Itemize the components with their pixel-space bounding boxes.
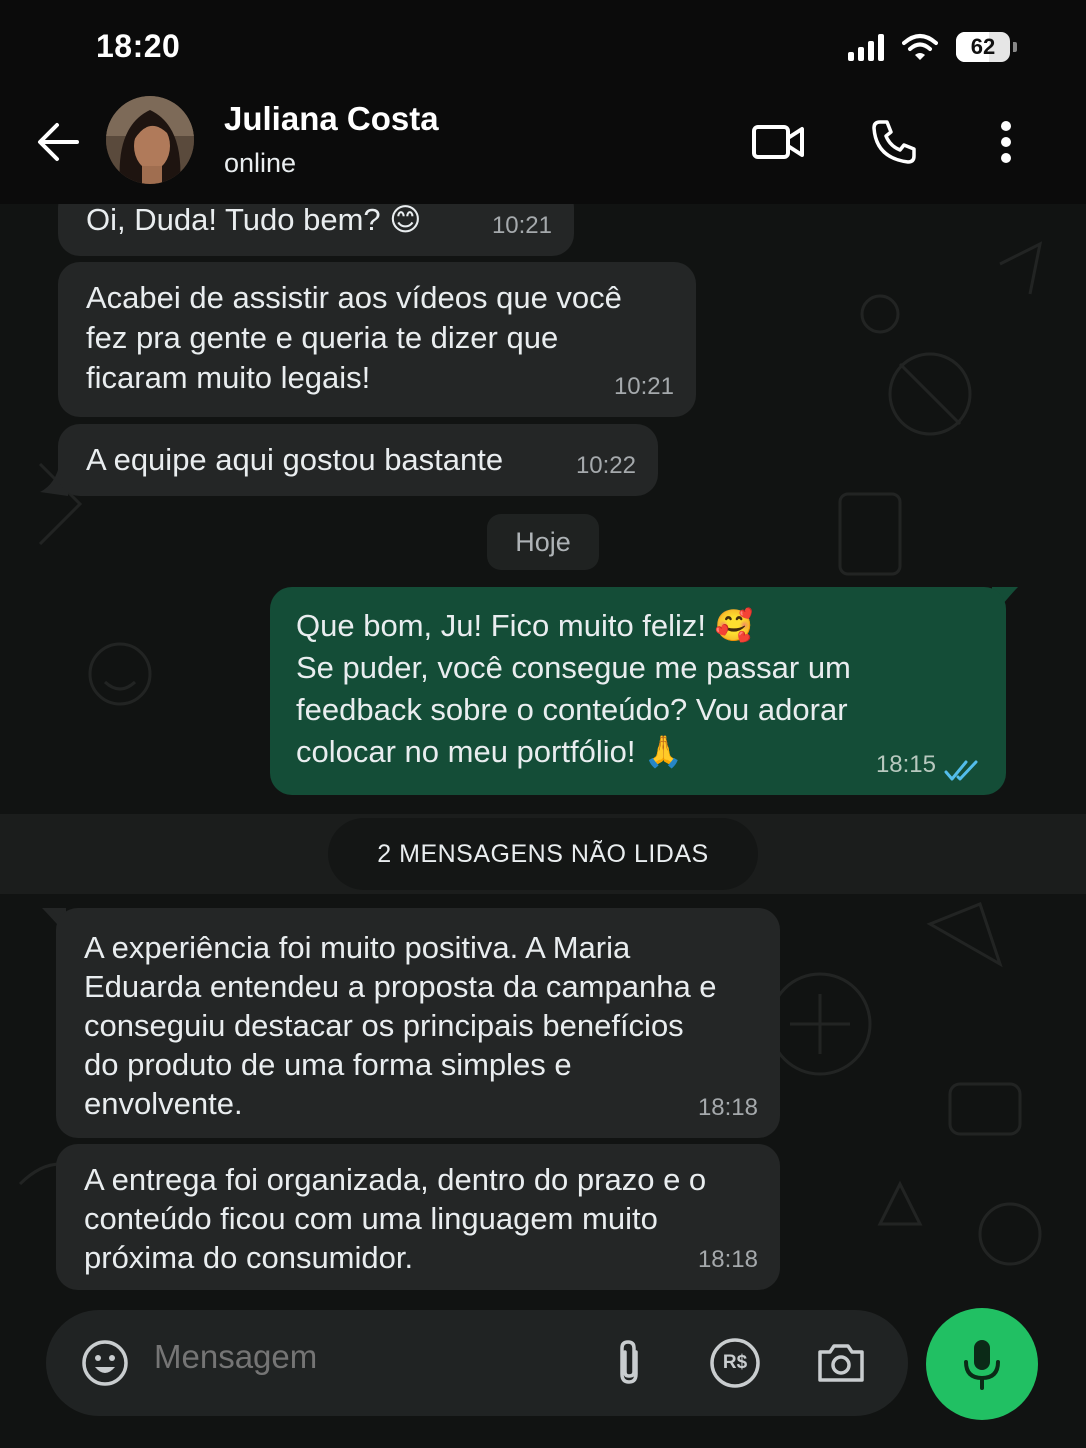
message-time: 10:22 bbox=[575, 452, 636, 479]
message-text: Se puder, você consegue me passar um bbox=[296, 650, 851, 685]
chat-header: Juliana Costa online bbox=[0, 92, 1086, 204]
status-icons: 62 bbox=[848, 28, 1017, 66]
chat-area[interactable]: Oi, Duda! Tudo bem? 😊 10:21 Acabei de as… bbox=[0, 204, 1086, 1448]
emoji-icon bbox=[82, 1340, 128, 1386]
date-separator: Hoje bbox=[487, 514, 599, 570]
contact-name[interactable]: Juliana Costa bbox=[224, 100, 439, 138]
attach-button[interactable] bbox=[602, 1336, 656, 1390]
message-bubble-outgoing[interactable]: Que bom, Ju! Fico muito feliz! 🥰 Se pude… bbox=[270, 587, 1006, 795]
message-text: conseguiu destacar os principais benefíc… bbox=[84, 1008, 684, 1043]
back-arrow-icon bbox=[38, 123, 79, 161]
message-time: 18:18 bbox=[697, 1094, 758, 1121]
message-text: colocar no meu portfólio! 🙏 bbox=[296, 734, 683, 769]
message-text: A experiência foi muito positiva. A Mari… bbox=[84, 930, 631, 965]
message-text: fez pra gente e queria te dizer que bbox=[86, 320, 559, 355]
avatar[interactable] bbox=[106, 96, 194, 184]
more-vertical-icon bbox=[1001, 121, 1011, 163]
message-text: Acabei de assistir aos vídeos que você bbox=[86, 280, 622, 315]
message-time: 18:15 bbox=[875, 751, 936, 778]
status-bar: 18:20 62 bbox=[0, 0, 1086, 92]
message-bubble-incoming[interactable]: A entrega foi organizada, dentro do praz… bbox=[56, 1144, 780, 1290]
message-time: 10:21 bbox=[613, 373, 674, 400]
battery-level: 62 bbox=[970, 34, 996, 59]
message-text: A entrega foi organizada, dentro do praz… bbox=[84, 1162, 707, 1197]
more-options-button[interactable] bbox=[976, 112, 1036, 172]
back-button[interactable] bbox=[30, 114, 86, 170]
message-text: próxima do consumidor. bbox=[84, 1240, 414, 1275]
wifi-icon bbox=[902, 34, 938, 60]
message-bubble-incoming[interactable]: A equipe aqui gostou bastante 10:22 bbox=[58, 424, 658, 496]
voice-message-button[interactable] bbox=[926, 1308, 1038, 1420]
message-text: A equipe aqui gostou bastante bbox=[86, 442, 504, 477]
payment-label: R$ bbox=[722, 1352, 748, 1373]
message-text: envolvente. bbox=[84, 1086, 243, 1121]
contact-status: online bbox=[224, 148, 297, 178]
message-bubble-incoming[interactable]: Oi, Duda! Tudo bem? 😊 10:21 bbox=[58, 204, 574, 256]
voice-call-button[interactable] bbox=[864, 112, 924, 172]
video-call-icon bbox=[752, 125, 804, 159]
message-text: Eduarda entendeu a proposta da campanha … bbox=[84, 969, 717, 1004]
message-text: feedback sobre o conteúdo? Vou adorar bbox=[296, 692, 848, 727]
message-composer: R$ bbox=[46, 1310, 908, 1416]
status-time: 18:20 bbox=[96, 28, 181, 64]
camera-icon bbox=[818, 1344, 864, 1382]
message-bubble-incoming[interactable]: Acabei de assistir aos vídeos que você f… bbox=[58, 262, 696, 417]
mic-icon bbox=[964, 1340, 1000, 1390]
message-bubble-incoming[interactable]: A experiência foi muito positiva. A Mari… bbox=[56, 908, 780, 1138]
camera-button[interactable] bbox=[814, 1336, 868, 1390]
message-time: 18:18 bbox=[697, 1246, 758, 1273]
battery-icon: 62 bbox=[956, 32, 1017, 62]
message-input[interactable] bbox=[154, 1338, 574, 1376]
payment-button[interactable]: R$ bbox=[708, 1336, 762, 1390]
read-receipt-icon bbox=[944, 760, 978, 781]
unread-separator: 2 MENSAGENS NÃO LIDAS bbox=[328, 818, 758, 890]
attach-icon bbox=[620, 1340, 638, 1384]
signal-icon bbox=[848, 33, 884, 61]
video-call-button[interactable] bbox=[748, 112, 808, 172]
message-text: do produto de uma forma simples e bbox=[84, 1047, 572, 1082]
message-text: Que bom, Ju! Fico muito feliz! 🥰 bbox=[296, 608, 754, 643]
message-text: conteúdo ficou com uma linguagem muito bbox=[84, 1201, 658, 1236]
message-text: ficaram muito legais! bbox=[86, 360, 371, 395]
emoji-button[interactable] bbox=[78, 1336, 132, 1390]
avatar-photo bbox=[106, 96, 194, 184]
message-time: 10:21 bbox=[491, 212, 552, 239]
phone-icon bbox=[872, 120, 916, 164]
message-text: Oi, Duda! Tudo bem? 😊 bbox=[86, 204, 422, 237]
